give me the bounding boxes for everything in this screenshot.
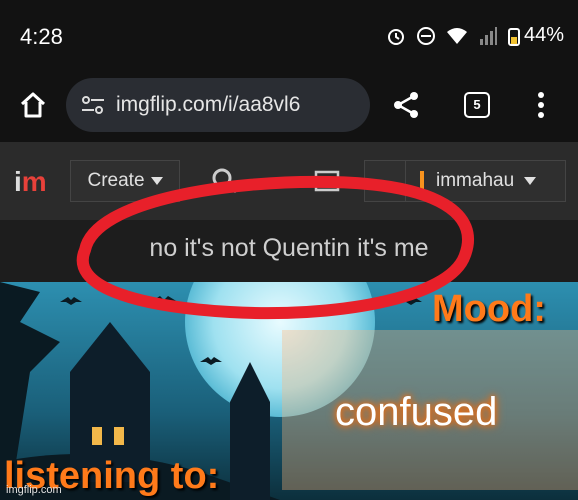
url-text[interactable]: imgflip.com/i/aa8vl6 xyxy=(116,93,300,117)
points-bar xyxy=(420,171,424,191)
signal-icon xyxy=(479,26,497,45)
tabs-icon[interactable]: 5 xyxy=(464,92,490,118)
chevron-down-icon xyxy=(524,177,537,185)
wifi-icon xyxy=(446,27,467,44)
alarm-icon xyxy=(387,28,404,45)
chevron-down-icon xyxy=(150,177,163,185)
meme-title-bar: no it's not Quentin it's me xyxy=(0,220,578,282)
browser-toolbar: imgflip.com/i/aa8vl6 5 xyxy=(0,70,578,142)
create-label: Create xyxy=(87,170,145,191)
username: immahau xyxy=(436,170,515,191)
menu-icon[interactable] xyxy=(536,90,546,120)
status-bar: 4:28 44% xyxy=(0,0,578,70)
watermark: imgflip.com xyxy=(6,484,62,496)
meme-title: no it's not Quentin it's me xyxy=(149,234,429,262)
status-icons: 44% xyxy=(386,24,564,47)
battery-percent: 44% xyxy=(523,24,564,46)
user-menu[interactable]: immahau xyxy=(364,160,566,202)
imgflip-logo[interactable]: im xyxy=(14,166,47,198)
battery-indicator: 44% xyxy=(507,24,564,47)
mood-value: confused xyxy=(335,390,498,434)
dnd-icon xyxy=(416,26,435,45)
share-icon[interactable] xyxy=(392,90,420,120)
address-bar[interactable]: imgflip.com/i/aa8vl6 xyxy=(66,78,370,132)
create-button[interactable]: Create xyxy=(70,160,180,202)
notification-slot[interactable] xyxy=(365,161,406,201)
home-icon[interactable] xyxy=(18,90,48,120)
status-time: 4:28 xyxy=(20,24,63,49)
mood-label: Mood: xyxy=(432,288,546,330)
imgflip-navbar: im Create immahau xyxy=(0,142,578,220)
battery-icon xyxy=(507,27,520,46)
search-icon[interactable] xyxy=(210,166,240,196)
upload-icon[interactable] xyxy=(314,168,340,192)
tune-icon[interactable] xyxy=(80,94,106,116)
